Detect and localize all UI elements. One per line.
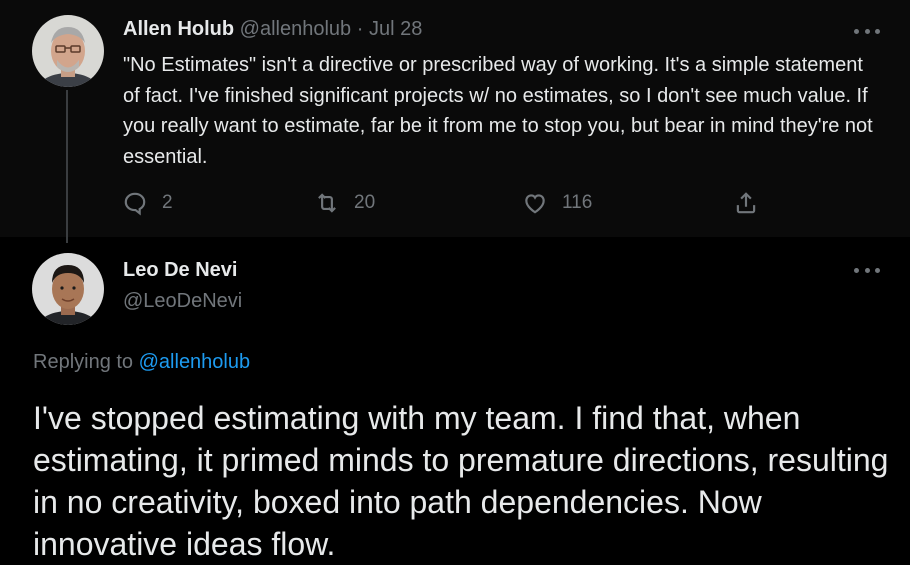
reply-author-handle[interactable]: @LeoDeNevi: [123, 290, 242, 313]
tweet-thread: Allen Holub @allenholub · Jul 28 "No Est…: [0, 0, 910, 565]
tweet-date[interactable]: Jul 28: [369, 18, 422, 40]
avatar-leo-de-nevi[interactable]: [32, 253, 104, 325]
author-handle[interactable]: @allenholub: [240, 18, 352, 40]
reply-author-name[interactable]: Leo De Nevi: [123, 259, 237, 282]
replying-to-line: Replying to @allenholub: [33, 351, 250, 374]
like-count: 116: [562, 192, 593, 213]
share-icon: [736, 192, 756, 214]
reply-count: 2: [162, 192, 173, 213]
parent-tweet[interactable]: Allen Holub @allenholub · Jul 28 "No Est…: [0, 0, 910, 243]
heart-icon: [525, 194, 545, 214]
reply-tweet-text: I've stopped estimating with my team. I …: [33, 400, 889, 562]
parent-tweet-text: "No Estimates" isn't a directive or pres…: [123, 54, 873, 168]
more-dots-icon[interactable]: [854, 264, 880, 276]
author-name[interactable]: Allen Holub: [123, 18, 234, 40]
share-button[interactable]: [733, 190, 759, 216]
replying-mention-link[interactable]: @allenholub: [139, 351, 251, 373]
tweet-actions: 2 20 116: [0, 188, 910, 218]
avatar-allen-holub[interactable]: [32, 15, 104, 87]
thread-connector-line: [66, 90, 68, 243]
retweet-button[interactable]: 20: [314, 190, 375, 216]
like-button[interactable]: 116: [522, 190, 592, 216]
reply-button[interactable]: 2: [122, 190, 173, 216]
reply-bubble-icon: [124, 192, 146, 216]
more-dots-icon[interactable]: [854, 25, 880, 37]
retweet-count: 20: [354, 192, 376, 213]
replying-prefix: Replying to: [33, 351, 134, 373]
header-separator: ·: [356, 18, 364, 40]
parent-tweet-header: Allen Holub @allenholub · Jul 28: [123, 18, 422, 41]
retweet-icon: [318, 193, 336, 213]
